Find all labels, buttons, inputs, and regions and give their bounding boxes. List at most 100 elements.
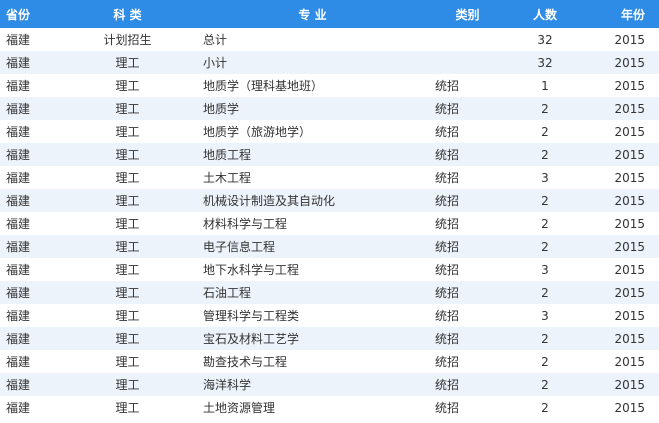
cell-kind: 理工: [115, 355, 140, 369]
table-row: 福建 理工 管理科学与工程类 统招 3 2015: [0, 304, 659, 327]
table-row: 福建 理工 土地资源管理 统招 2 2015: [0, 396, 659, 419]
cell-count: 2: [541, 285, 549, 300]
header-row: 省份 科 类 专 业 类别 人数 年份: [0, 0, 659, 28]
cell-year: 2015: [614, 170, 645, 185]
cell-province: 福建: [6, 125, 31, 139]
cell-kind: 计划招生: [103, 33, 152, 47]
cell-major: 土木工程: [203, 171, 252, 185]
cell-province: 福建: [6, 286, 31, 300]
cell-kind: 理工: [115, 263, 140, 277]
table-row: 福建 理工 电子信息工程 统招 2 2015: [0, 235, 659, 258]
cell-province: 福建: [6, 263, 31, 277]
header-kind: 科 类: [113, 7, 142, 22]
cell-year: 2015: [614, 78, 645, 93]
cell-kind: 理工: [115, 79, 140, 93]
cell-category: 统招: [435, 125, 460, 139]
cell-count: 32: [537, 55, 553, 70]
cell-kind: 理工: [115, 194, 140, 208]
table-row: 福建 理工 小计 32 2015: [0, 51, 659, 74]
cell-year: 2015: [614, 55, 645, 70]
cell-category: 统招: [435, 401, 460, 415]
cell-province: 福建: [6, 56, 31, 70]
cell-major: 地质学（旅游地学）: [203, 125, 312, 139]
cell-year: 2015: [614, 354, 645, 369]
cell-year: 2015: [614, 285, 645, 300]
cell-major: 石油工程: [203, 286, 252, 300]
cell-year: 2015: [614, 101, 645, 116]
table-row: 福建 计划招生 总计 32 2015: [0, 28, 659, 51]
cell-year: 2015: [614, 377, 645, 392]
cell-year: 2015: [614, 308, 645, 323]
cell-count: 1: [541, 78, 549, 93]
cell-category: 统招: [435, 309, 460, 323]
header-category: 类别: [455, 7, 480, 22]
cell-year: 2015: [614, 400, 645, 415]
cell-kind: 理工: [115, 332, 140, 346]
cell-major: 地质学: [203, 102, 240, 116]
cell-category: 统招: [435, 286, 460, 300]
cell-category: 统招: [435, 79, 460, 93]
cell-major: 电子信息工程: [203, 240, 276, 254]
cell-major: 土地资源管理: [203, 401, 276, 415]
cell-province: 福建: [6, 148, 31, 162]
cell-year: 2015: [614, 216, 645, 231]
cell-province: 福建: [6, 401, 31, 415]
cell-major: 地质工程: [203, 148, 252, 162]
cell-category: 统招: [435, 102, 460, 116]
cell-major: 小计: [203, 56, 228, 70]
cell-major: 总计: [203, 33, 228, 47]
table-row: 福建 理工 机械设计制造及其自动化 统招 2 2015: [0, 189, 659, 212]
cell-kind: 理工: [115, 401, 140, 415]
cell-category: 统招: [435, 171, 460, 185]
table-row: 福建 理工 宝石及材料工艺学 统招 2 2015: [0, 327, 659, 350]
cell-count: 3: [541, 262, 549, 277]
cell-province: 福建: [6, 79, 31, 93]
cell-category: 统招: [435, 378, 460, 392]
cell-count: 2: [541, 377, 549, 392]
cell-year: 2015: [614, 262, 645, 277]
cell-major: 材料科学与工程: [203, 217, 288, 231]
table-row: 福建 理工 勘查技术与工程 统招 2 2015: [0, 350, 659, 373]
cell-province: 福建: [6, 171, 31, 185]
enrollment-plan-table: 省份 科 类 专 业 类别 人数 年份 福建 计划招生 总计 32 2015 福建 理工 小计…: [0, 0, 659, 419]
cell-category: 统招: [435, 355, 460, 369]
table-row: 福建 理工 地质学 统招 2 2015: [0, 97, 659, 120]
cell-kind: 理工: [115, 309, 140, 323]
cell-count: 2: [541, 331, 549, 346]
cell-category: [430, 51, 505, 74]
table-row: 福建 理工 地质学（旅游地学） 统招 2 2015: [0, 120, 659, 143]
cell-count: 2: [541, 101, 549, 116]
cell-major: 宝石及材料工艺学: [203, 332, 300, 346]
cell-province: 福建: [6, 355, 31, 369]
table-body: 福建 计划招生 总计 32 2015 福建 理工 小计 32 2015 福建 理工 地质学（理科基地班）…: [0, 28, 659, 419]
cell-count: 2: [541, 354, 549, 369]
header-count: 人数: [532, 7, 557, 22]
cell-year: 2015: [614, 124, 645, 139]
cell-province: 福建: [6, 332, 31, 346]
cell-kind: 理工: [115, 378, 140, 392]
cell-year: 2015: [614, 147, 645, 162]
header-major: 专 业: [298, 7, 327, 22]
cell-count: 2: [541, 147, 549, 162]
cell-province: 福建: [6, 378, 31, 392]
cell-kind: 理工: [115, 240, 140, 254]
cell-kind: 理工: [115, 171, 140, 185]
cell-major: 管理科学与工程类: [203, 309, 300, 323]
table-header: 省份 科 类 专 业 类别 人数 年份: [0, 0, 659, 28]
cell-category: 统招: [435, 332, 460, 346]
cell-category: 统招: [435, 240, 460, 254]
cell-major: 勘查技术与工程: [203, 355, 288, 369]
cell-count: 2: [541, 124, 549, 139]
table-row: 福建 理工 地质工程 统招 2 2015: [0, 143, 659, 166]
cell-year: 2015: [614, 32, 645, 47]
cell-major: 海洋科学: [203, 378, 252, 392]
cell-count: 3: [541, 308, 549, 323]
cell-province: 福建: [6, 309, 31, 323]
cell-year: 2015: [614, 331, 645, 346]
header-province: 省份: [6, 7, 31, 22]
cell-kind: 理工: [115, 102, 140, 116]
cell-category: 统招: [435, 194, 460, 208]
cell-year: 2015: [614, 239, 645, 254]
cell-major: 地质学（理科基地班）: [203, 79, 324, 93]
cell-province: 福建: [6, 194, 31, 208]
